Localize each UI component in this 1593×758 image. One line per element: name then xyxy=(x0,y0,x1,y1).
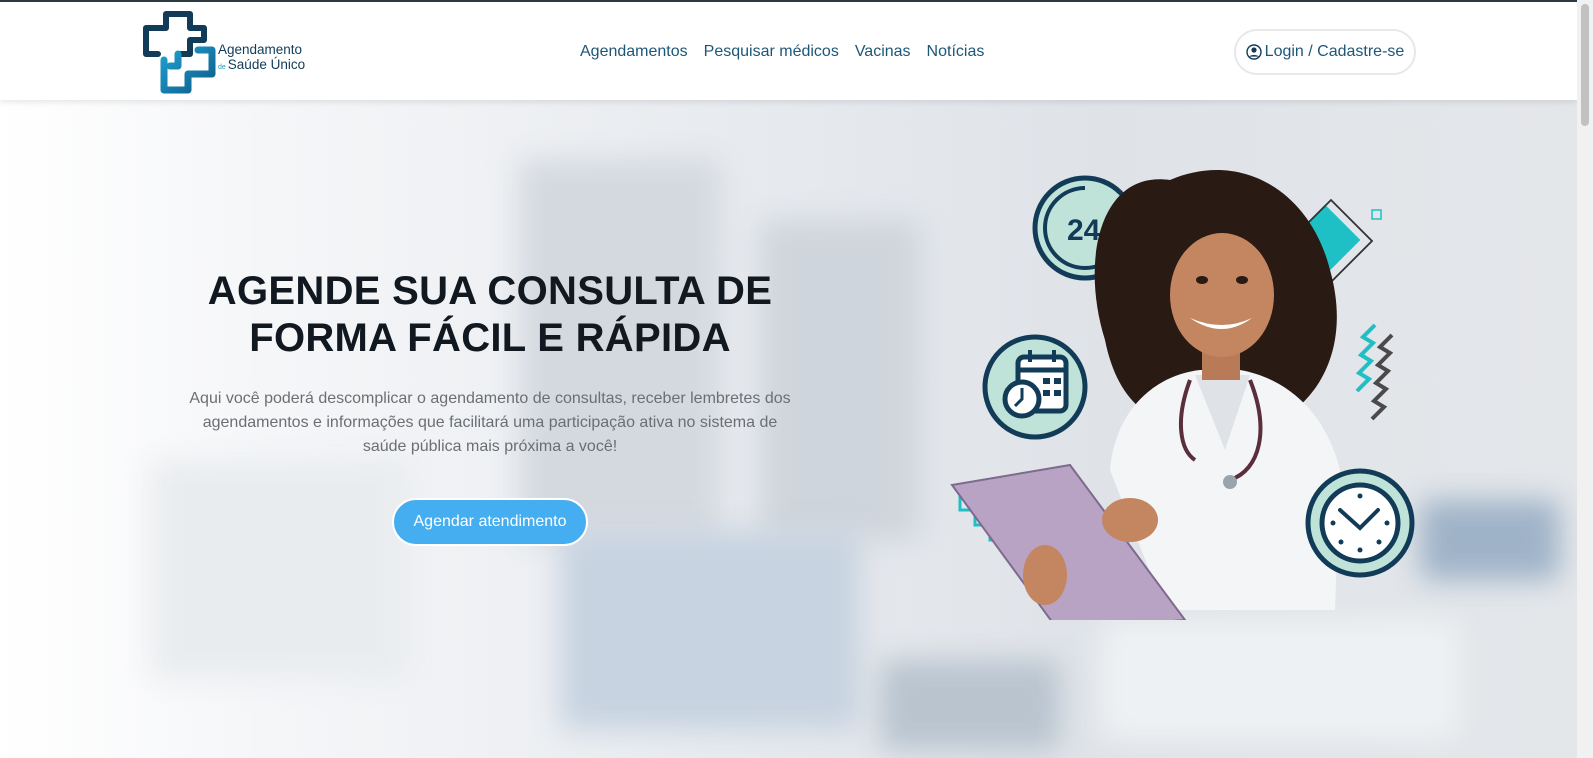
login-signup-button[interactable]: Login / Cadastre-se xyxy=(1234,29,1416,75)
background-blur-shape xyxy=(150,460,410,680)
login-signup-label: Login / Cadastre-se xyxy=(1264,43,1405,60)
24-hours-label: 24 xyxy=(1067,214,1101,247)
main-nav: Agendamentos Pesquisar médicos Vacinas N… xyxy=(580,43,984,61)
hero-section: AGENDE SUA CONSULTA DE FORMA FÁCIL E RÁP… xyxy=(0,100,1577,758)
brand-name: Agendamento de Saúde Único xyxy=(218,42,305,75)
scrollbar-thumb[interactable] xyxy=(1581,4,1589,126)
medical-cross-logo-icon xyxy=(143,11,216,94)
hero-description: Aqui você poderá descomplicar o agendame… xyxy=(189,390,791,455)
background-blur-shape xyxy=(560,530,860,730)
brand-name-line2: Saúde Único xyxy=(227,57,306,72)
nav-link-noticias[interactable]: Notícias xyxy=(927,43,985,61)
background-blur-shape xyxy=(1420,500,1560,580)
doctor-illustration: 24 xyxy=(950,170,1415,620)
clock-icon xyxy=(1305,468,1415,578)
user-circle-icon xyxy=(1245,44,1262,60)
nav-link-vacinas[interactable]: Vacinas xyxy=(855,43,911,61)
page-scrollbar[interactable] xyxy=(1577,0,1593,758)
brand-logo[interactable]: Agendamento de Saúde Único xyxy=(140,10,320,94)
background-blur-shape xyxy=(880,660,1060,750)
hero-title-line1: AGENDE SUA CONSULTA DE xyxy=(207,269,773,313)
hero-title: AGENDE SUA CONSULTA DE FORMA FÁCIL E RÁP… xyxy=(190,268,790,362)
nav-link-agendamentos[interactable]: Agendamentos xyxy=(580,43,688,61)
schedule-appointment-button[interactable]: Agendar atendimento xyxy=(392,498,588,546)
brand-name-de: de xyxy=(218,64,226,71)
nav-link-pesquisar-medicos[interactable]: Pesquisar médicos xyxy=(704,43,839,61)
brand-name-line1: Agendamento xyxy=(218,42,303,57)
site-header: Agendamento de Saúde Único Agendamentos P… xyxy=(0,2,1577,100)
hero-title-line2: FORMA FÁCIL E RÁPIDA xyxy=(249,316,731,360)
background-blur-shape xyxy=(1100,620,1460,740)
decorative-wave-lines xyxy=(1355,323,1394,421)
calendar-clock-icon xyxy=(982,334,1088,440)
